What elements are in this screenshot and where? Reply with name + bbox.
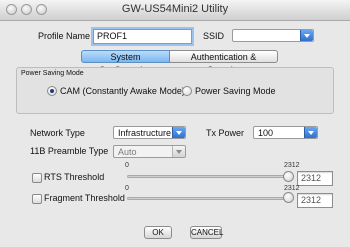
tx-power-value: 100 [258,128,274,138]
rts-max-label: 2312 [284,162,300,169]
cam-mode-radio[interactable] [47,86,57,96]
tab-system-configuration[interactable]: System Configuration [81,50,170,75]
chevron-down-icon [300,30,313,41]
ssid-label: SSID [203,31,225,41]
preamble-type-label: 11B Preamble Type [30,146,109,156]
power-saving-group-label: Power Saving Mode [21,70,84,77]
fragment-slider-knob[interactable] [283,192,294,203]
ssid-select[interactable] [232,29,314,42]
fragment-value-field[interactable]: 2312 [297,193,333,208]
fragment-slider-track[interactable] [127,197,289,200]
profile-name-label: Profile Name [38,31,91,41]
rts-value-field[interactable]: 2312 [297,171,333,186]
preamble-type-value: Auto [118,147,137,157]
network-type-value: Infrastructure [118,128,172,138]
rts-slider-knob[interactable] [283,171,294,182]
fragment-min-label: 0 [125,185,129,192]
network-type-select[interactable]: Infrastructure [113,126,186,139]
preamble-type-select[interactable]: Auto [113,145,186,158]
power-saving-mode-radio[interactable] [182,86,192,96]
tx-power-select[interactable]: 100 [253,126,318,139]
rts-threshold-label: RTS Threshold [44,172,105,182]
profile-name-input[interactable]: PROF1 [93,29,192,44]
utility-window: GW-US54Mini2 Utility Profile Name PROF1 … [0,0,350,247]
chevron-down-icon [172,146,185,157]
cam-mode-label: CAM (Constantly Awake Mode) [60,86,185,96]
fragment-threshold-checkbox[interactable] [32,194,42,204]
tab-authentication-security[interactable]: Authentication & Security [170,50,278,75]
power-saving-group: Power Saving Mode CAM (Constantly Awake … [16,67,334,114]
rts-slider-track[interactable] [127,175,289,178]
chevron-down-icon [304,127,317,138]
rts-threshold-checkbox[interactable] [32,173,42,183]
ok-button[interactable]: OK [144,226,172,239]
tab-bar: System Configuration Authentication & Se… [81,50,278,75]
chevron-down-icon [172,127,185,138]
rts-min-label: 0 [125,162,129,169]
window-title: GW-US54Mini2 Utility [121,3,229,15]
tx-power-label: Tx Power [206,128,245,138]
power-saving-mode-label: Power Saving Mode [195,86,276,96]
title-bar: GW-US54Mini2 Utility [0,0,350,21]
fragment-max-label: 2312 [284,185,300,192]
network-type-label: Network Type [30,128,85,138]
cancel-button[interactable]: CANCEL [190,226,223,239]
fragment-threshold-label: Fragment Threshold [44,193,125,203]
